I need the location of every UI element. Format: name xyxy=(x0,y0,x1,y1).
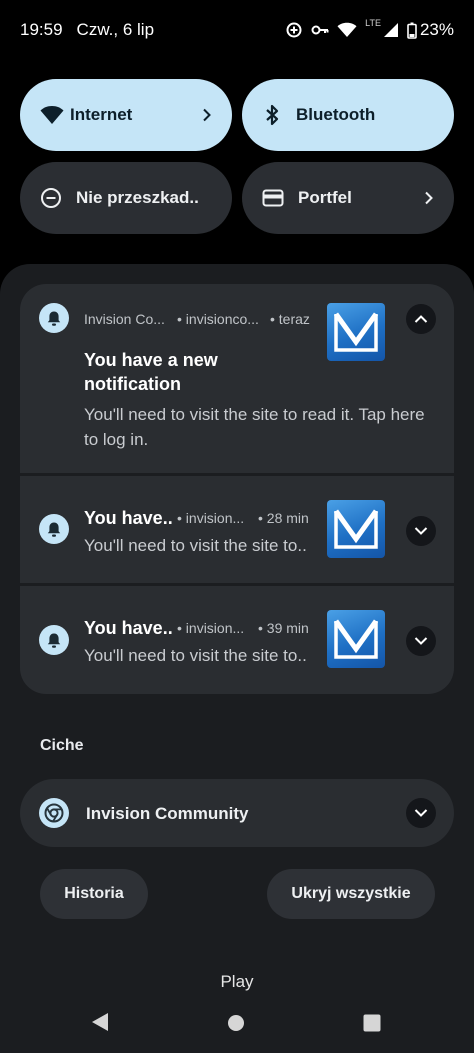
notification-title: You have.. xyxy=(84,508,173,528)
dismiss-all-button[interactable]: Ukryj wszystkie xyxy=(267,869,435,919)
expand-button[interactable] xyxy=(406,626,436,656)
chevron-right-icon xyxy=(202,108,212,122)
chevron-down-icon xyxy=(414,527,428,535)
wifi-icon xyxy=(337,22,357,38)
bell-icon xyxy=(39,514,69,544)
tile-internet-label: Internet xyxy=(70,105,133,124)
bluetooth-icon xyxy=(262,104,282,126)
notification-source: • invisionco... xyxy=(177,311,259,327)
status-time: 19:59 xyxy=(20,20,63,39)
home-icon[interactable] xyxy=(227,1014,245,1037)
expand-button[interactable] xyxy=(406,798,436,828)
chevron-down-icon xyxy=(414,637,428,645)
notification-expanded[interactable]: Invision Co... • invisionco... • teraz Y… xyxy=(20,284,454,473)
chevron-right-icon xyxy=(424,191,434,205)
chrome-icon xyxy=(39,798,69,828)
do-not-disturb-icon xyxy=(40,187,62,209)
status-date: Czw., 6 lip xyxy=(76,20,155,39)
notification-item[interactable]: You have.. • invision... • 39 min You'll… xyxy=(20,586,454,694)
bell-icon xyxy=(39,303,69,333)
notification-time: • 28 min xyxy=(258,510,309,526)
data-saver-icon xyxy=(285,21,303,39)
network-type: LTE xyxy=(365,18,381,28)
notification-time: • teraz xyxy=(270,311,310,327)
expand-button[interactable] xyxy=(406,516,436,546)
notification-group: Invision Co... • invisionco... • teraz Y… xyxy=(20,284,454,694)
silent-notification[interactable]: Invision Community xyxy=(20,779,454,847)
notification-title: You have.. xyxy=(84,618,173,638)
tile-bluetooth[interactable]: Bluetooth xyxy=(242,79,454,151)
notification-item[interactable]: You have.. • invision... • 28 min You'll… xyxy=(20,476,454,583)
recents-icon[interactable] xyxy=(363,1014,381,1037)
battery-percent: 23% xyxy=(419,20,454,39)
chevron-down-icon xyxy=(414,809,428,817)
notification-body: You'll need to visit the site to read it… xyxy=(84,405,425,449)
silent-notification-title: Invision Community xyxy=(86,804,249,823)
tile-bluetooth-label: Bluetooth xyxy=(296,105,376,124)
history-button[interactable]: Historia xyxy=(40,869,148,919)
tile-do-not-disturb[interactable]: Nie przeszkad.. xyxy=(20,162,232,234)
silent-section-label: Ciche xyxy=(40,737,84,754)
tile-wallet[interactable]: Portfel xyxy=(242,162,454,234)
bell-icon xyxy=(39,625,69,655)
notification-time: • 39 min xyxy=(258,620,309,636)
tile-wallet-label: Portfel xyxy=(298,188,352,207)
navigation-bar xyxy=(0,1003,474,1043)
notification-body: You'll need to visit the site to.. xyxy=(84,646,307,665)
battery-icon xyxy=(407,22,417,39)
wallet-icon xyxy=(262,189,284,207)
wifi-icon xyxy=(40,105,64,125)
invision-logo-icon xyxy=(327,303,385,361)
notification-app-name: Invision Co... xyxy=(84,311,165,327)
collapse-button[interactable] xyxy=(406,304,436,334)
chevron-up-icon xyxy=(414,315,428,323)
invision-logo-icon xyxy=(327,610,385,668)
tile-dnd-label: Nie przeszkad.. xyxy=(76,188,199,207)
notification-body: You'll need to visit the site to.. xyxy=(84,536,307,555)
cellular-signal-icon xyxy=(383,22,399,38)
carrier-label: Play xyxy=(220,972,254,991)
notification-title: You have a new notification xyxy=(84,350,218,394)
status-bar: 19:59 Czw., 6 lip LTE 23% xyxy=(0,0,474,60)
notification-source: • invision... xyxy=(177,620,245,636)
vpn-key-icon xyxy=(311,23,329,37)
status-icons: LTE 23% xyxy=(285,18,454,40)
invision-logo-icon xyxy=(327,500,385,558)
back-icon[interactable] xyxy=(90,1011,110,1038)
tile-internet[interactable]: Internet xyxy=(20,79,232,151)
notification-source: • invision... xyxy=(177,510,245,526)
